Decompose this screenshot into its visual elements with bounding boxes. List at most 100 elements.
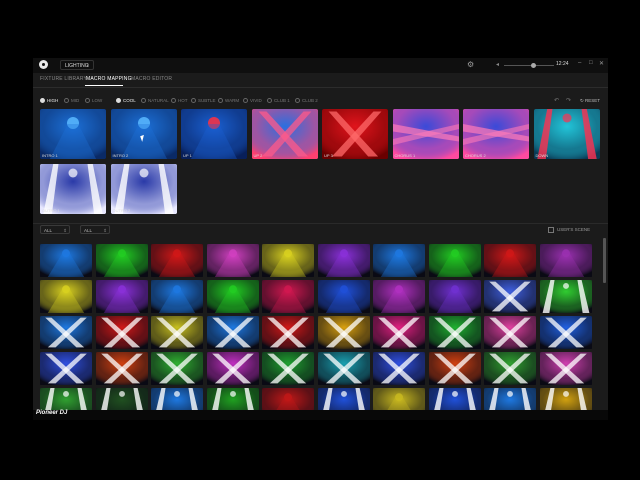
macro-tile-label: OUTRO 1 <box>42 208 60 213</box>
scene-tile[interactable] <box>151 244 203 277</box>
macro-tile-label: OUTRO 2 <box>112 208 131 213</box>
checkbox-icon <box>548 227 554 233</box>
scene-filter-label: ALL <box>44 228 53 233</box>
intensity-option-low[interactable]: LOW <box>85 98 102 104</box>
scene-tile[interactable] <box>151 316 203 349</box>
scene-tile[interactable] <box>40 316 92 349</box>
scene-tile[interactable] <box>373 316 425 349</box>
maximize-icon[interactable]: □ <box>589 60 593 66</box>
radio-icon <box>191 98 196 104</box>
scene-tile[interactable] <box>206 280 259 313</box>
volume-control[interactable]: ◂ <box>496 61 556 69</box>
volume-icon: ◂ <box>496 62 500 68</box>
macro-tile[interactable]: UP 1 <box>181 109 247 159</box>
scene-tile[interactable] <box>373 352 425 385</box>
scene-tile[interactable] <box>262 316 314 349</box>
macro-tile[interactable]: CHORUS 1 <box>392 109 459 159</box>
clock-display: 12:24 <box>556 61 569 67</box>
scene-tile[interactable] <box>317 316 370 349</box>
scene-tile[interactable] <box>317 352 370 385</box>
scene-tile[interactable] <box>40 244 92 277</box>
redo-icon[interactable]: ↷ <box>566 97 571 104</box>
gear-icon[interactable]: ⚙ <box>467 61 474 69</box>
scene-tile[interactable] <box>373 280 425 313</box>
scene-tile[interactable] <box>262 352 314 385</box>
scene-tile[interactable] <box>206 352 259 385</box>
reset-button[interactable]: ↻ RESET <box>580 98 600 104</box>
macro-tile[interactable]: CHORUS 2 <box>463 109 529 159</box>
color-option-club-2[interactable]: CLUB 2 <box>295 98 318 104</box>
radio-icon <box>243 98 248 104</box>
tab-fixture-library[interactable]: FIXTURE LIBRARY <box>40 76 87 82</box>
scene-tile[interactable] <box>539 244 592 277</box>
scene-tile[interactable] <box>40 280 92 313</box>
scene-tile[interactable] <box>317 244 370 277</box>
macro-tile[interactable]: OUTRO 1 <box>40 164 106 214</box>
color-option-natural[interactable]: NATURAL <box>141 98 169 104</box>
macro-tile[interactable]: UP 3 <box>322 109 388 159</box>
title-bar: LIGHTING ⇕ ⚙ ◂ 12:24 – □ ✕ <box>33 58 608 73</box>
tab-macro-mapping[interactable]: MACRO MAPPING <box>86 76 132 82</box>
scene-filter-dropdown-1[interactable]: ALL ⇕ <box>40 225 70 234</box>
scene-tile[interactable] <box>95 280 148 313</box>
scene-tile[interactable] <box>484 280 536 313</box>
macro-tile[interactable]: INTRO 1 <box>40 109 106 159</box>
color-option-club-1[interactable]: CLUB 1 <box>267 98 290 104</box>
scene-filter-dropdown-2[interactable]: ALL ⇕ <box>80 225 110 234</box>
intensity-option-high[interactable]: HIGH <box>40 98 58 104</box>
scene-tile[interactable] <box>206 244 259 277</box>
scene-tile[interactable] <box>95 244 148 277</box>
minimize-icon[interactable]: – <box>578 60 581 66</box>
undo-icon[interactable]: ↶ <box>554 97 559 104</box>
intensity-option-mid[interactable]: MID <box>64 98 80 104</box>
scene-tile[interactable] <box>151 352 203 385</box>
scene-tile[interactable] <box>95 352 148 385</box>
intensity-option-label: MID <box>71 98 80 103</box>
rekordbox-lighting-window: LIGHTING ⇕ ⚙ ◂ 12:24 – □ ✕ FIXTURE LIBRA… <box>33 58 608 420</box>
color-option-hot[interactable]: HOT <box>171 98 188 104</box>
radio-icon <box>218 98 223 104</box>
scene-tile[interactable] <box>539 316 592 349</box>
macro-tile-label: INTRO 2 <box>112 153 129 158</box>
scene-tile[interactable] <box>262 244 314 277</box>
color-option-label: WARM <box>225 98 240 103</box>
scene-tile[interactable] <box>484 316 536 349</box>
scene-tile[interactable] <box>539 352 592 385</box>
scene-tile[interactable] <box>428 280 481 313</box>
volume-slider-knob[interactable] <box>531 63 536 68</box>
rekordbox-logo-icon[interactable] <box>39 60 48 69</box>
scene-tile[interactable] <box>151 280 203 313</box>
macro-tile-label: CHORUS 1 <box>394 153 416 158</box>
color-option-label: CLUB 1 <box>274 98 290 103</box>
scene-tile[interactable] <box>317 280 370 313</box>
color-option-vivid[interactable]: VIVID <box>243 98 262 104</box>
close-icon[interactable]: ✕ <box>599 60 604 67</box>
macro-tile[interactable]: UP 2 <box>251 109 318 159</box>
mode-select[interactable]: LIGHTING ⇕ <box>60 60 94 70</box>
scene-tile[interactable] <box>484 352 536 385</box>
tab-macro-editor[interactable]: MACRO EDITOR <box>131 76 172 82</box>
scene-tile[interactable] <box>262 280 314 313</box>
scene-tile[interactable] <box>539 280 592 313</box>
color-option-subtle[interactable]: SUBTLE <box>191 98 216 104</box>
active-tab-indicator <box>85 85 123 86</box>
scene-tile[interactable] <box>428 352 481 385</box>
scene-tile[interactable] <box>40 352 92 385</box>
scene-tile[interactable] <box>428 316 481 349</box>
scene-tile[interactable] <box>206 316 259 349</box>
radio-icon <box>141 98 146 104</box>
color-option-cool[interactable]: COOL <box>116 98 136 104</box>
macro-tile-label: UP 1 <box>183 153 192 158</box>
macro-tile[interactable]: DOWN <box>533 109 600 159</box>
scene-tile[interactable] <box>484 244 536 277</box>
scene-tile[interactable] <box>428 244 481 277</box>
chevron-updown-icon: ⇕ <box>63 228 67 233</box>
users-scene-toggle[interactable]: USER'S SCENE <box>548 227 590 233</box>
pioneer-dj-logo: Pioneer DJ <box>36 410 68 416</box>
volume-slider-track[interactable] <box>504 65 554 66</box>
library-scrollbar[interactable] <box>603 238 606 283</box>
macro-tile[interactable]: OUTRO 2 <box>110 164 177 214</box>
scene-tile[interactable] <box>95 316 148 349</box>
scene-tile[interactable] <box>373 244 425 277</box>
color-option-warm[interactable]: WARM <box>218 98 240 104</box>
